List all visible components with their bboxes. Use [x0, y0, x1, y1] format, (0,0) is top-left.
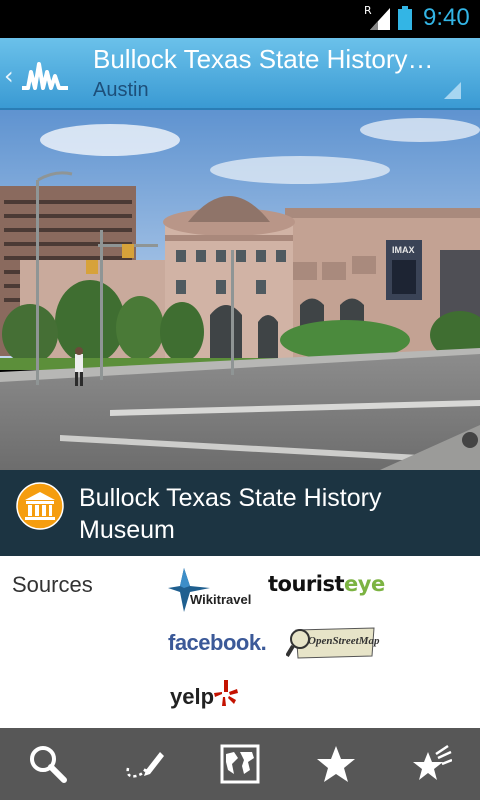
signal-icon [370, 8, 390, 30]
nav-recent-button[interactable] [384, 728, 480, 800]
place-photo[interactable]: IMAX [0, 110, 480, 470]
overflow-corner-icon[interactable] [444, 82, 461, 99]
nav-favorites-button[interactable] [288, 728, 384, 800]
touristeye-label-b: eye [344, 572, 385, 596]
yelp-source-link[interactable]: yelp [170, 678, 240, 712]
nav-route-button[interactable] [96, 728, 192, 800]
billboard-text: IMAX [392, 245, 415, 255]
wikitravel-label: Wikitravel [190, 592, 252, 607]
sources-panel: Sources Wikitravel touristeye facebook. … [0, 556, 480, 728]
sources-label: Sources [12, 572, 93, 597]
openstreetmap-source-link[interactable]: OpenStreetMap [286, 626, 380, 660]
openstreetmap-label: OpenStreetMap [308, 635, 380, 647]
back-chevron-icon[interactable]: ‹ [4, 62, 14, 90]
nav-map-button[interactable] [192, 728, 288, 800]
nav-search-button[interactable] [0, 728, 96, 800]
route-pencil-icon [126, 752, 164, 778]
battery-icon [398, 6, 412, 30]
bottom-nav [0, 728, 480, 800]
status-time: 9:40 [423, 4, 470, 31]
page-subtitle: Austin [93, 79, 149, 101]
map-icon [220, 744, 260, 784]
star-icon [317, 746, 355, 782]
facebook-source-link[interactable]: facebook. [168, 630, 272, 660]
place-title-band: Bullock Texas State History Museum [0, 470, 480, 556]
app-logo-icon[interactable] [20, 54, 70, 94]
page-title: Bullock Texas State History Museum [93, 44, 438, 74]
place-photo-image: IMAX [0, 110, 480, 470]
status-bar: R 9:40 [0, 0, 480, 38]
museum-icon [16, 482, 64, 530]
yelp-label: yelp [170, 684, 215, 709]
star-trail-icon [413, 744, 452, 780]
yelp-burst-icon [214, 680, 238, 706]
wikitravel-source-link[interactable]: Wikitravel [166, 566, 262, 612]
search-icon [30, 746, 67, 783]
touristeye-source-link[interactable]: touristeye [268, 572, 385, 602]
touristeye-label-a: tourist [268, 572, 345, 596]
facebook-label: facebook. [168, 630, 267, 655]
action-bar: ‹ Bullock Texas State History Museum Aus… [0, 38, 480, 110]
place-name: Bullock Texas State History Museum [79, 484, 382, 544]
